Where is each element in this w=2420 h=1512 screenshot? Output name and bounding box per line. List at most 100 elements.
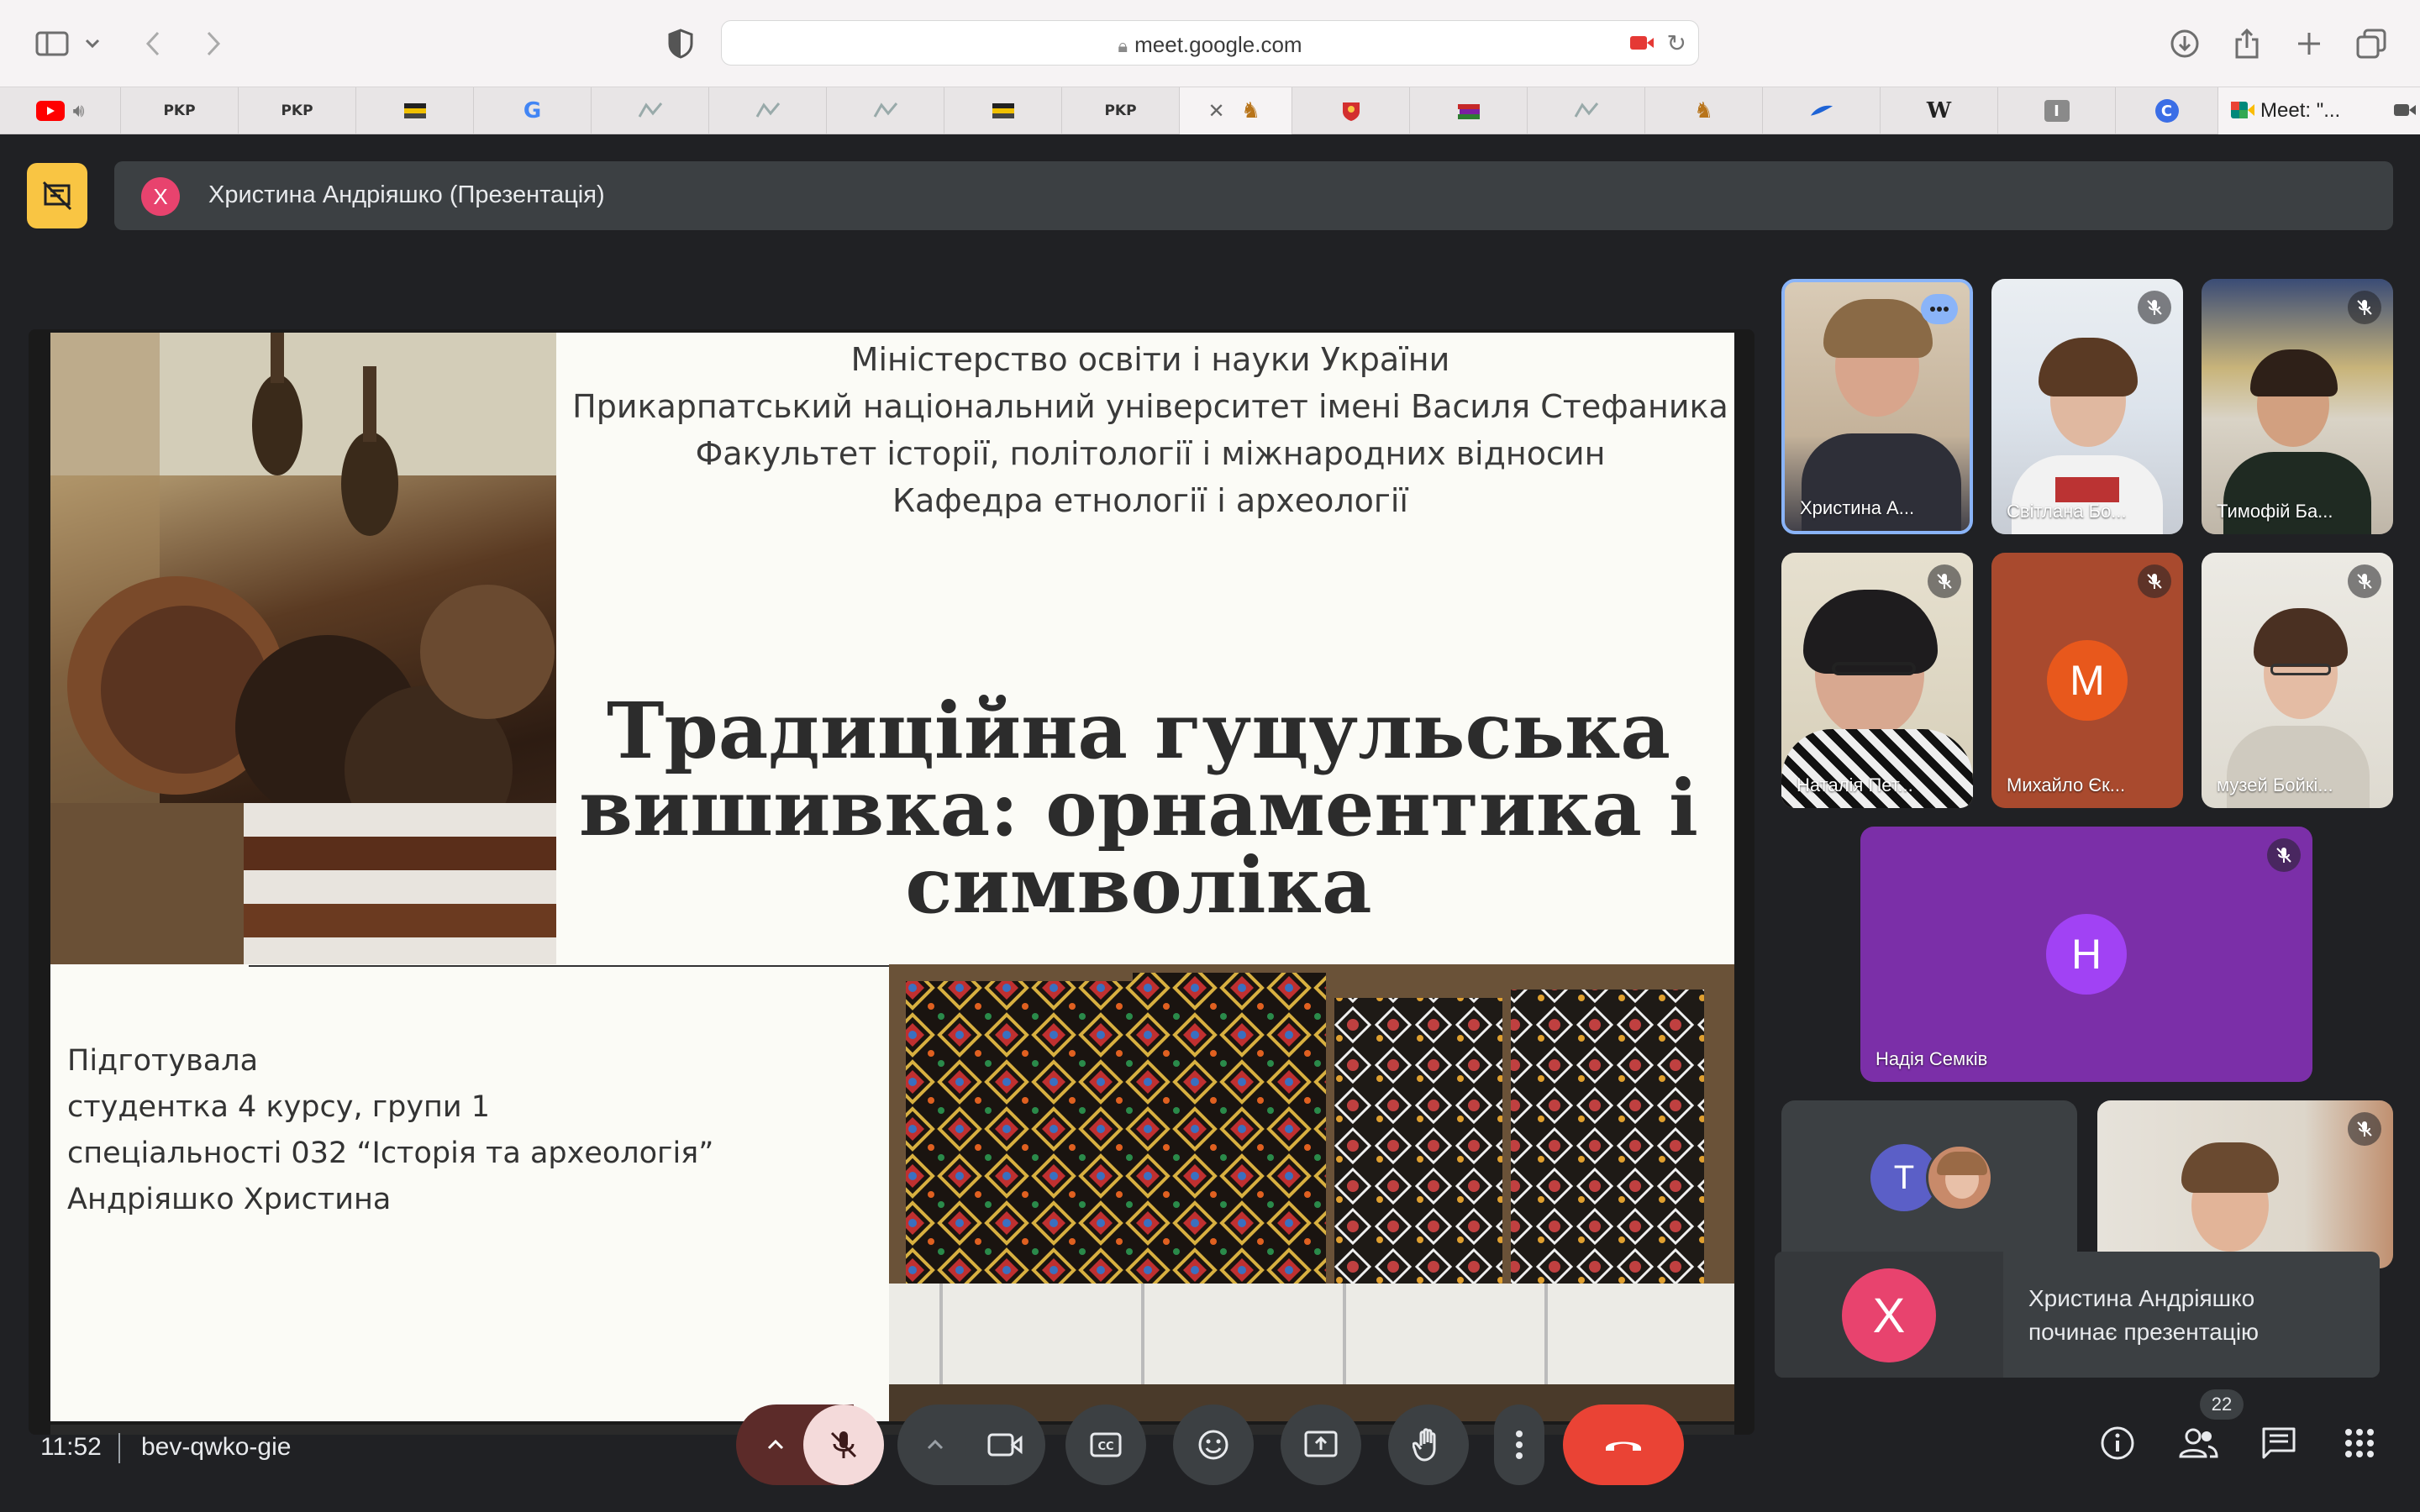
forward-icon[interactable] — [192, 22, 235, 66]
slide-info-line: Факультет історії, політології і міжнаро… — [695, 435, 1606, 472]
camera-icon — [987, 1433, 1023, 1457]
google-icon: G — [523, 98, 542, 123]
participant-name: Тимофій Ба... — [2217, 501, 2333, 522]
map-icon — [1574, 100, 1599, 122]
meeting-details-button[interactable] — [2094, 1420, 2141, 1467]
presentation-off-icon — [42, 181, 72, 211]
presenter-avatar: Х — [141, 177, 180, 216]
tab-meet[interactable]: Meet: "... — [2218, 87, 2420, 134]
map-icon — [873, 100, 898, 122]
participant-tile[interactable]: М Михайло Єк... — [1991, 553, 2183, 808]
participant-tile[interactable]: музей Бойкі... — [2202, 553, 2393, 808]
presenter-label: Христина Андріяшко (Презентація) — [208, 181, 605, 208]
leave-call-button[interactable] — [1563, 1404, 1684, 1485]
others-tile[interactable]: Т — [1781, 1100, 2077, 1268]
present-button[interactable] — [1281, 1404, 1361, 1485]
participant-tile[interactable]: Наталія Пет... — [1781, 553, 1973, 808]
tab-coat-of-arms[interactable] — [1292, 87, 1410, 134]
tab-swoosh[interactable] — [1763, 87, 1881, 134]
speaker-icon[interactable]: 🔊︎ — [73, 100, 85, 122]
presentation-slide: Міністерство освіти і науки України Прик… — [50, 333, 1734, 1421]
mic-toggle-button[interactable] — [803, 1404, 884, 1485]
presenter-bar[interactable]: Х Христина Андріяшко (Презентація) — [114, 161, 2393, 230]
participant-count-badge: 22 — [2200, 1389, 2244, 1420]
layout-toggle-button[interactable] — [27, 163, 87, 228]
participant-avatar-photo — [1926, 1144, 1993, 1211]
tab-flag-1[interactable] — [356, 87, 474, 134]
more-options-button[interactable] — [1494, 1404, 1544, 1485]
participant-tile[interactable]: Христина А... — [1781, 279, 1973, 534]
tab-overview-icon[interactable] — [2349, 22, 2393, 66]
lock-icon: 🔒︎ — [1118, 35, 1128, 56]
embroidery-photo — [889, 964, 1734, 1421]
chevron-up-icon — [767, 1439, 784, 1450]
tab-rider-2[interactable]: ♞ — [1645, 87, 1763, 134]
tab-pkp-3[interactable]: PKP — [1062, 87, 1180, 134]
browser-toolbar: 🔒︎ meet.google.com ↻ — [0, 0, 2420, 87]
info-icon — [2101, 1426, 2134, 1460]
pkp-icon: PKP — [1104, 102, 1137, 119]
slide-title: Традиційна гуцульська вишивка: орнаменти… — [546, 692, 1731, 924]
more-horizontal-icon — [1930, 307, 1949, 312]
shield-icon[interactable] — [659, 22, 702, 66]
toast-line: Христина Андріяшко — [2028, 1285, 2255, 1311]
slide-prep-line: студентка 4 курсу, групи 1 — [67, 1090, 491, 1124]
toast-line: починає презентацію — [2028, 1319, 2260, 1345]
tab-camera-icon — [2393, 101, 2417, 125]
flag-icon — [991, 100, 1016, 122]
circle-c-icon: C — [2154, 99, 2179, 123]
tab-circle-c[interactable]: C — [2116, 87, 2218, 134]
tab-wikipedia[interactable]: W — [1881, 87, 1998, 134]
back-icon[interactable] — [131, 22, 175, 66]
slide-info-line: Прикарпатський національний університет … — [572, 388, 1728, 425]
tab-map-3[interactable] — [827, 87, 944, 134]
tab-youtube[interactable]: 🔊︎ — [0, 87, 121, 134]
tab-map-2[interactable] — [709, 87, 827, 134]
participant-tile[interactable]: Н Надія Семків — [1860, 827, 2312, 1082]
present-screen-icon — [1304, 1431, 1338, 1457]
tab-google[interactable]: G — [474, 87, 592, 134]
participant-tile[interactable]: Світлана Бо... — [1991, 279, 2183, 534]
slide-prep-line: Андріяшко Христина — [67, 1183, 392, 1216]
tab-pkp-1[interactable]: PKP — [121, 87, 239, 134]
download-icon[interactable] — [2163, 22, 2207, 66]
new-tab-icon[interactable] — [2287, 22, 2331, 66]
tab-book[interactable] — [1410, 87, 1528, 134]
participant-tile[interactable] — [2097, 1100, 2393, 1268]
toast-avatar: Х — [1842, 1268, 1936, 1362]
more-options-button[interactable] — [1921, 294, 1958, 324]
reload-icon[interactable]: ↻ — [1667, 29, 1686, 57]
coat-of-arms-icon — [1339, 100, 1364, 122]
slide-progress-bar — [50, 1425, 1734, 1435]
share-icon[interactable] — [2225, 22, 2269, 66]
sidebar-toggle-icon[interactable] — [30, 22, 74, 66]
activities-button[interactable] — [2336, 1420, 2383, 1467]
camera-toggle-button[interactable] — [965, 1404, 1045, 1485]
people-button[interactable] — [2175, 1420, 2222, 1467]
participant-tile[interactable]: Тимофій Ба... — [2202, 279, 2393, 534]
meeting-code: bev-qwko-gie — [141, 1433, 292, 1461]
tab-flag-2[interactable] — [944, 87, 1062, 134]
chevron-down-icon[interactable] — [76, 22, 109, 66]
address-bar[interactable]: 🔒︎ meet.google.com ↻ — [721, 20, 1699, 66]
slide-author-block: Підготувала студентка 4 курсу, групи 1 с… — [67, 1038, 713, 1223]
participant-name: Надія Семків — [1876, 1048, 1988, 1069]
meet-logo-icon — [2230, 99, 2255, 127]
chat-button[interactable] — [2255, 1420, 2302, 1467]
camera-in-use-icon[interactable] — [1629, 33, 1655, 53]
mic-off-icon — [830, 1431, 857, 1458]
tab-rider-1[interactable]: ✕ ♞ — [1180, 87, 1292, 134]
tab-pkp-2[interactable]: PKP — [239, 87, 356, 134]
tab-map-4[interactable] — [1528, 87, 1645, 134]
tab-letter-i[interactable]: I — [1998, 87, 2116, 134]
tab-map-1[interactable] — [592, 87, 709, 134]
slide-info: Міністерство освіти і науки України Прик… — [566, 333, 1734, 524]
apps-grid-icon — [2345, 1429, 2374, 1457]
raise-hand-button[interactable] — [1388, 1404, 1469, 1485]
captions-button[interactable]: CC — [1065, 1404, 1146, 1485]
mic-off-icon — [2348, 291, 2381, 324]
reactions-button[interactable] — [1173, 1404, 1254, 1485]
close-tab-icon[interactable]: ✕ — [1207, 99, 1224, 123]
presentation-toast[interactable]: Х Христина Андріяшко починає презентацію — [1775, 1252, 2380, 1378]
horse-rider-icon: ♞ — [1240, 98, 1261, 123]
